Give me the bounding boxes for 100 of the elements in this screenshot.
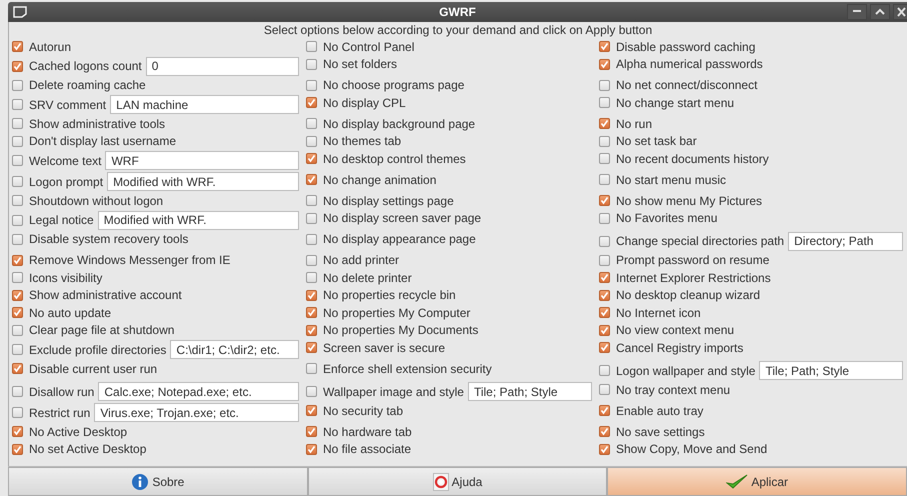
checkbox[interactable] — [599, 342, 610, 354]
option-label[interactable]: No save settings — [616, 424, 705, 439]
apply-button[interactable]: Aplicar — [607, 467, 907, 496]
checkbox[interactable] — [306, 426, 317, 438]
checkbox[interactable] — [306, 272, 317, 284]
option-label[interactable]: Logon prompt — [29, 174, 104, 188]
option-label[interactable]: Screen saver is secure — [323, 340, 446, 355]
option-label[interactable]: Internet Explorer Restrictions — [616, 270, 771, 285]
option-label[interactable]: No display settings page — [323, 194, 454, 208]
option-label[interactable]: No delete printer — [323, 270, 412, 285]
option-label[interactable]: No view context menu — [616, 323, 734, 338]
checkbox[interactable] — [599, 136, 610, 147]
option-label[interactable]: Shoutdown without logon — [29, 194, 164, 208]
checkbox[interactable] — [12, 344, 23, 355]
option-label[interactable]: Prompt password on resume — [616, 253, 770, 268]
checkbox[interactable] — [599, 212, 610, 224]
checkbox[interactable] — [12, 155, 23, 166]
checkbox[interactable] — [599, 272, 610, 284]
checkbox[interactable] — [306, 174, 317, 186]
option-label[interactable]: No Favorites menu — [616, 211, 718, 226]
checkbox[interactable] — [306, 153, 317, 164]
checkbox[interactable] — [12, 272, 23, 284]
checkbox[interactable] — [306, 212, 317, 224]
checkbox[interactable] — [12, 234, 23, 245]
checkbox[interactable] — [306, 80, 317, 91]
checkbox[interactable] — [306, 136, 317, 147]
option-label[interactable]: Enforce shell extension security — [323, 362, 492, 376]
checkbox[interactable] — [599, 307, 610, 318]
option-label[interactable]: No set folders — [323, 57, 398, 72]
option-label[interactable]: No security tab — [323, 404, 404, 418]
option-label[interactable]: Disable system recovery tools — [29, 232, 188, 246]
input-field[interactable]: Modified with WRF. — [98, 210, 299, 230]
option-label[interactable]: Remove Windows Messenger from IE — [29, 253, 230, 268]
checkbox[interactable] — [12, 426, 23, 438]
checkbox[interactable] — [599, 426, 610, 438]
option-label[interactable]: No change animation — [323, 172, 436, 187]
checkbox[interactable] — [12, 118, 23, 130]
checkbox[interactable] — [599, 41, 610, 52]
option-label[interactable]: No Active Desktop — [29, 424, 128, 439]
checkbox[interactable] — [599, 80, 610, 91]
option-label[interactable]: No properties My Computer — [323, 306, 470, 320]
option-label[interactable]: Show Copy, Move and Send — [616, 442, 768, 456]
option-label[interactable]: No Internet icon — [616, 306, 701, 320]
option-label[interactable]: No display background page — [323, 116, 476, 131]
input-field[interactable]: WRF — [105, 151, 299, 170]
input-field[interactable]: Modified with WRF. — [107, 172, 299, 191]
option-label[interactable]: No start menu music — [616, 172, 726, 187]
input-field[interactable]: Calc.exe; Notepad.exe; etc. — [98, 382, 299, 401]
checkbox[interactable] — [12, 290, 23, 301]
option-label[interactable]: Delete roaming cache — [29, 78, 146, 92]
checkbox[interactable] — [12, 60, 23, 72]
input-field[interactable]: LAN machine — [110, 95, 299, 114]
checkbox[interactable] — [599, 195, 610, 206]
option-label[interactable]: No hardware tab — [323, 424, 412, 439]
checkbox[interactable] — [306, 195, 317, 206]
input-field[interactable]: Tile; Path; Style — [759, 361, 903, 380]
option-label[interactable]: No add printer — [323, 253, 400, 268]
option-label[interactable]: Enable auto tray — [616, 404, 704, 418]
option-label[interactable]: No run — [616, 116, 652, 131]
checkbox[interactable] — [12, 80, 23, 91]
option-label[interactable]: Welcome text — [29, 154, 102, 168]
checkbox[interactable] — [306, 97, 317, 108]
checkbox[interactable] — [12, 363, 23, 374]
checkbox[interactable] — [306, 307, 317, 318]
option-label[interactable]: No display CPL — [323, 96, 406, 110]
option-label[interactable]: Cached logons count — [29, 59, 142, 73]
checkbox[interactable] — [599, 58, 610, 70]
option-label[interactable]: No set task bar — [616, 134, 697, 148]
checkbox[interactable] — [599, 405, 610, 416]
input-field[interactable]: C:\dir1; C:\dir2; etc. — [170, 340, 299, 359]
about-button[interactable]: Sobre — [8, 467, 308, 496]
option-label[interactable]: No choose programs page — [323, 78, 464, 92]
checkbox[interactable] — [12, 444, 23, 455]
help-button[interactable]: Ajuda — [308, 467, 608, 496]
option-label[interactable]: No display screen saver page — [323, 211, 482, 226]
checkbox[interactable] — [12, 99, 23, 110]
window-icon[interactable] — [13, 6, 27, 18]
option-label[interactable]: Disallow run — [29, 384, 94, 398]
option-label[interactable]: Icons visibility — [29, 270, 102, 285]
checkbox[interactable] — [306, 234, 317, 245]
checkbox[interactable] — [12, 307, 23, 318]
option-label[interactable]: Change special directories path — [616, 234, 784, 248]
option-label[interactable]: No set Active Desktop — [29, 442, 146, 456]
option-label[interactable]: No Control Panel — [323, 40, 414, 54]
option-label[interactable]: No show menu My Pictures — [616, 194, 762, 208]
checkbox[interactable] — [599, 444, 610, 455]
checkbox[interactable] — [599, 236, 610, 246]
option-label[interactable]: Show administrative tools — [29, 116, 166, 131]
option-label[interactable]: Don't display last username — [29, 134, 176, 148]
option-label[interactable]: No properties recycle bin — [323, 288, 456, 302]
option-label[interactable]: Restrict run — [29, 406, 90, 420]
option-label[interactable]: Wallpaper image and style — [323, 384, 464, 398]
option-label[interactable]: No file associate — [323, 442, 412, 456]
checkbox[interactable] — [306, 405, 317, 416]
option-label[interactable]: No tray context menu — [616, 382, 730, 397]
option-label[interactable]: Cancel Registry imports — [616, 340, 744, 355]
checkbox[interactable] — [12, 136, 23, 147]
option-label[interactable]: Clear page file at shutdown — [29, 323, 174, 338]
checkbox[interactable] — [306, 342, 317, 354]
option-label[interactable]: Disable current user run — [29, 362, 158, 376]
